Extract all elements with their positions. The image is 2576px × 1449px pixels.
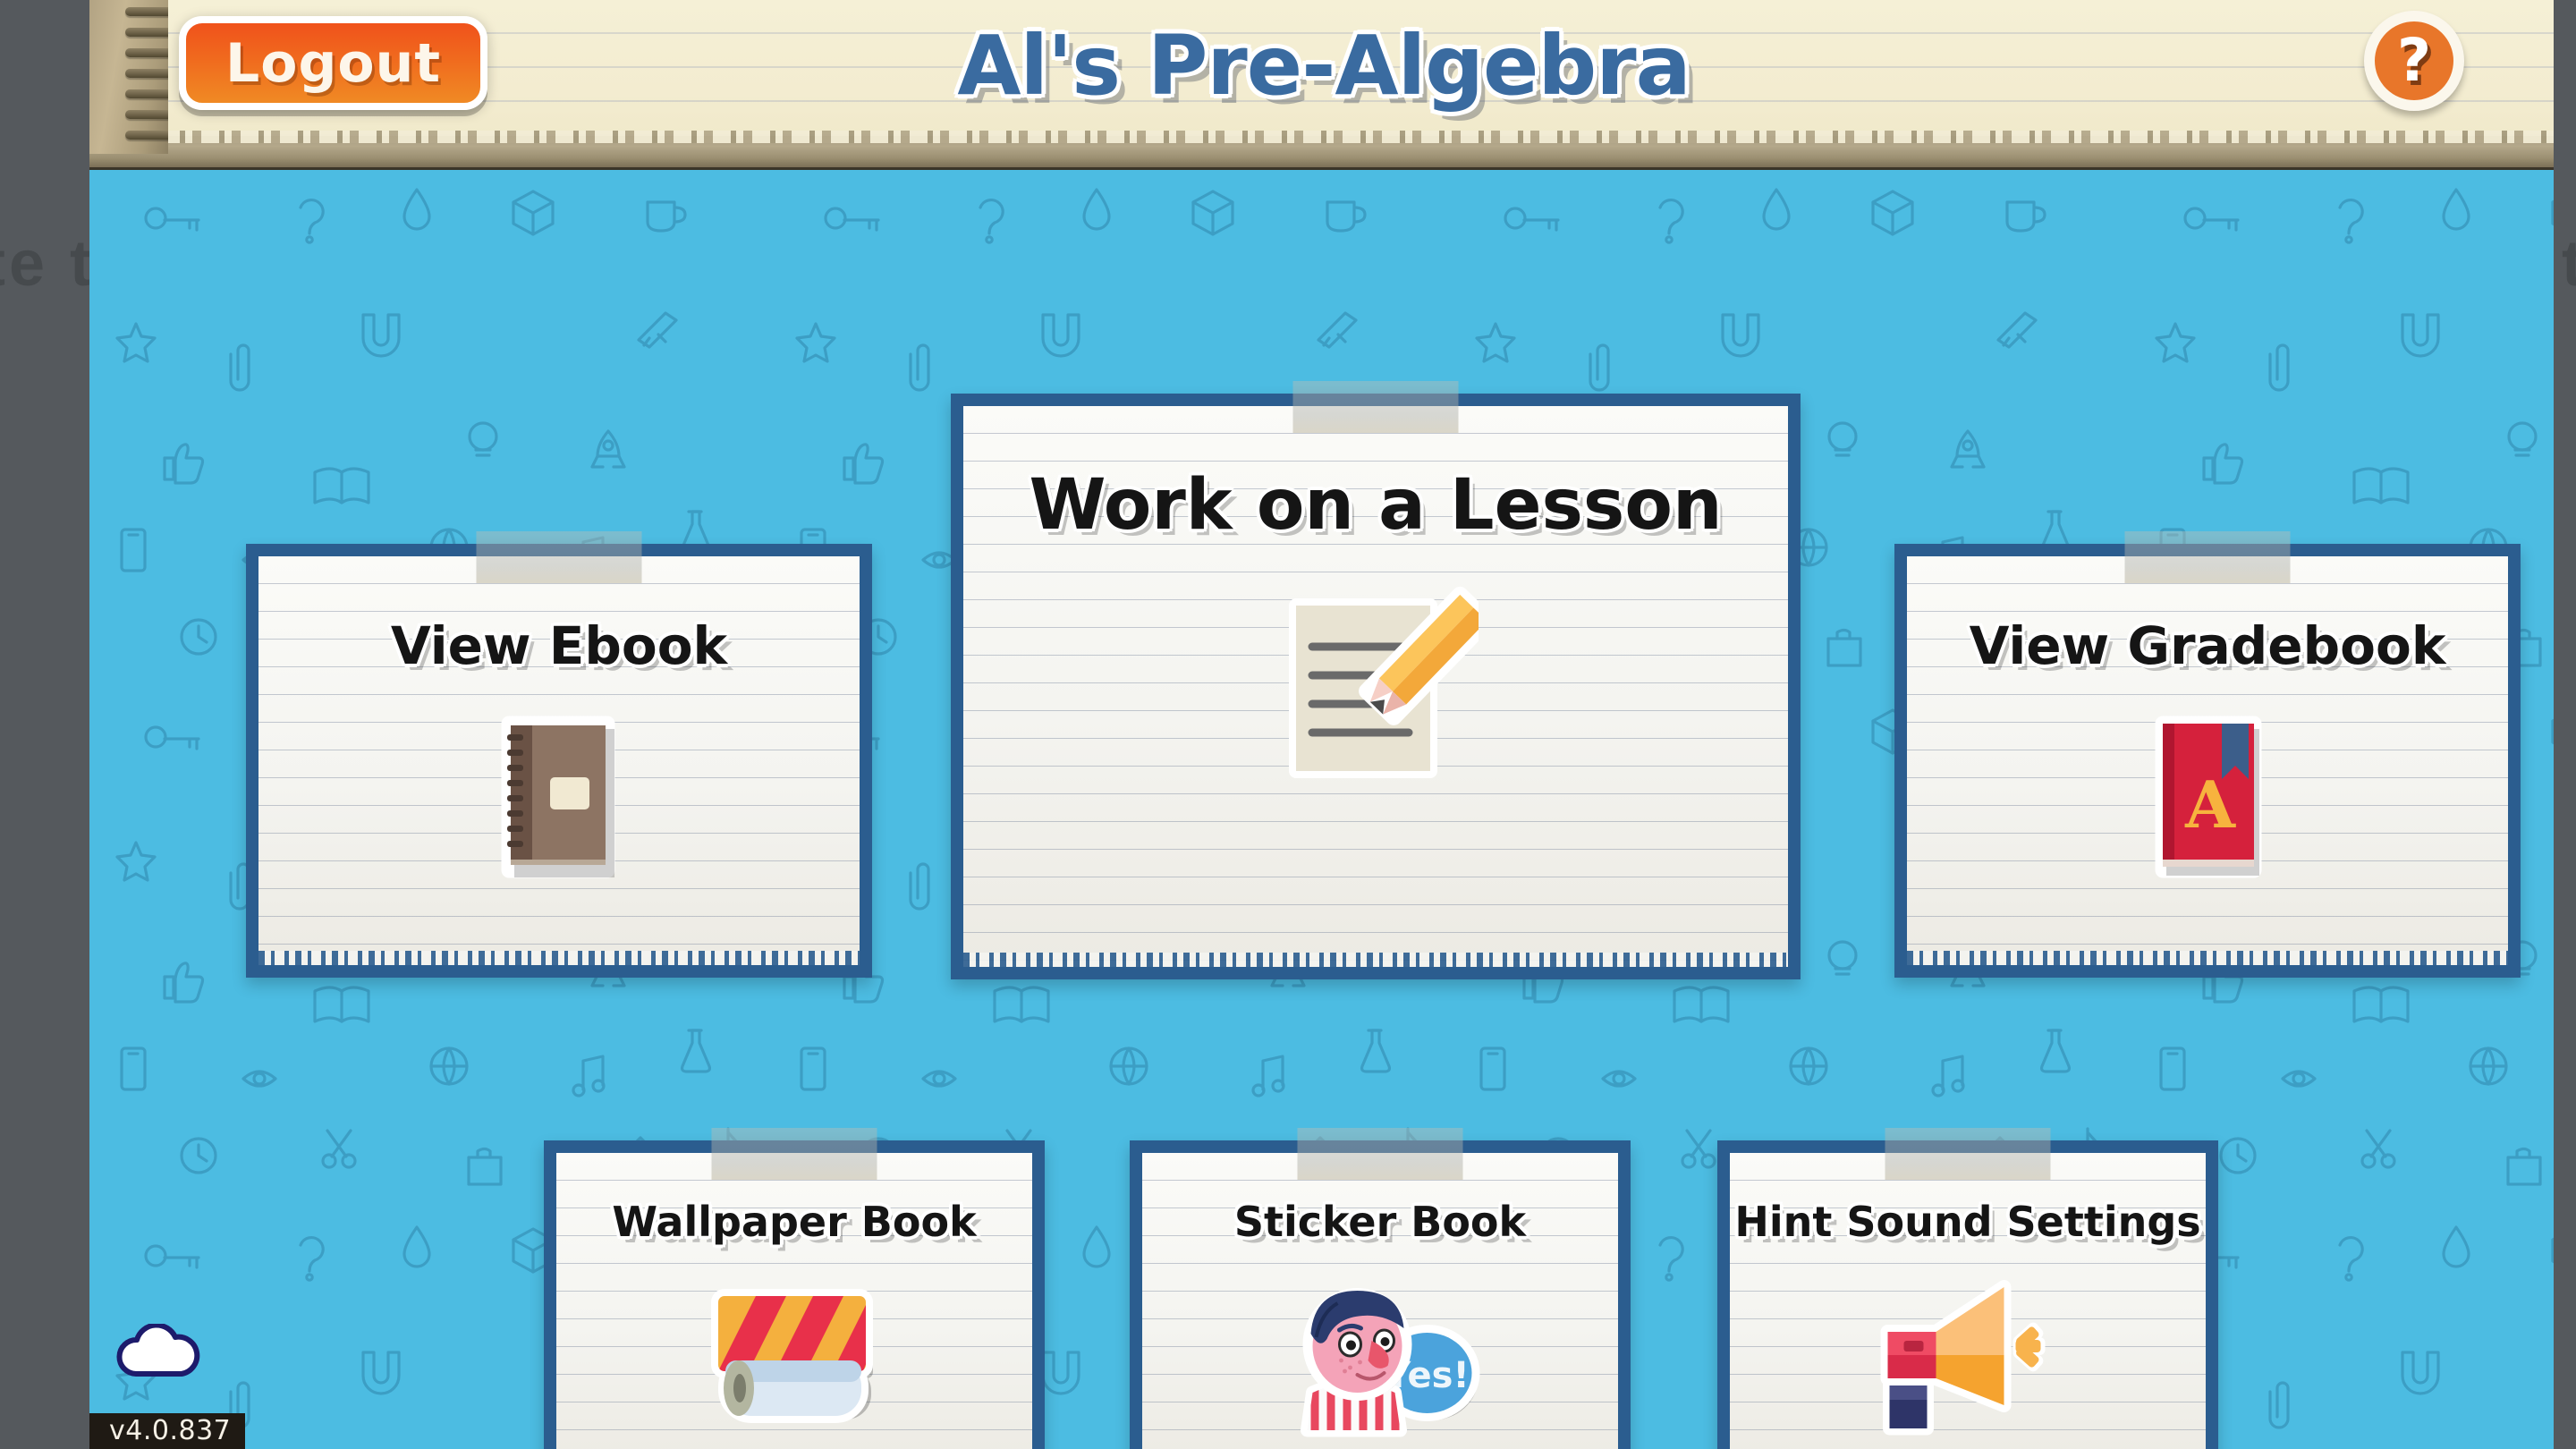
spiral-ring <box>125 69 168 78</box>
brown-spiral-notebook-icon <box>487 709 631 884</box>
card-title-work-on-a-lesson: Work on a Lesson <box>1029 465 1723 546</box>
question-mark-icon: ? <box>2396 26 2432 95</box>
card-title-view-gradebook: View Gradebook <box>1969 615 2446 676</box>
page-title: Al's Pre-Algebra <box>957 17 1690 114</box>
spiral-ring <box>125 110 168 119</box>
wallpaper-roll-icon <box>700 1284 888 1436</box>
gradebook-letter: A <box>2184 767 2236 843</box>
spiral-ring <box>125 131 168 140</box>
cloud-icon[interactable] <box>116 1322 202 1379</box>
boy-sticker-yes-icon: Yes! <box>1275 1275 1486 1440</box>
red-book-with-letter-a-icon: A <box>2136 709 2279 884</box>
pencil-and-paper-icon <box>1273 586 1496 801</box>
spiral-ring <box>125 28 168 37</box>
header-torn-edge <box>89 131 2554 172</box>
version-badge: v4.0.837 <box>89 1413 246 1449</box>
card-sticker-book[interactable]: Sticker Book Yes! <box>1130 1128 1631 1449</box>
spiral-ring <box>125 48 168 57</box>
megaphone-icon <box>1872 1275 2064 1440</box>
game-stage: Logout Al's Pre-Algebra ? Work on a Less… <box>89 0 2554 1449</box>
card-view-gradebook[interactable]: View Gradebook A <box>1894 531 2521 978</box>
card-hint-sound-settings[interactable]: Hint Sound Settings <box>1717 1128 2218 1449</box>
logout-button-label: Logout <box>225 31 442 95</box>
card-title-sticker-book: Sticker Book <box>1233 1198 1527 1246</box>
card-work-on-a-lesson[interactable]: Work on a Lesson <box>951 381 1801 979</box>
spiral-ring <box>125 7 168 16</box>
card-title-hint-sound-settings: Hint Sound Settings <box>1734 1198 2201 1246</box>
help-button[interactable]: ? <box>2364 11 2464 111</box>
card-view-ebook[interactable]: View Ebook <box>246 531 872 978</box>
logout-button[interactable]: Logout <box>179 16 487 110</box>
card-title-wallpaper-book: Wallpaper Book <box>612 1198 977 1246</box>
card-wallpaper-book[interactable]: Wallpaper Book <box>544 1128 1045 1449</box>
spiral-binding <box>89 0 168 154</box>
app-root: te te te te te te te te te te te te te t… <box>0 0 2576 1449</box>
main-board: Work on a Lesson View Ebook View Gradebo… <box>89 170 2554 1449</box>
spiral-ring <box>125 89 168 98</box>
card-title-view-ebook: View Ebook <box>390 615 728 676</box>
